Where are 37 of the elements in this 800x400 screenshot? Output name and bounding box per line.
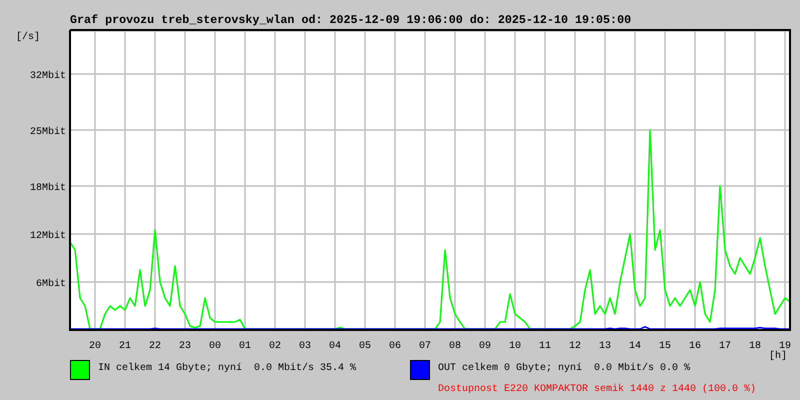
x-axis-label: 12 [569,341,581,352]
graph-title: Graf provozu treb_sterovsky_wlan od: 2025-12-09 19:06:00 do: 2025-12-10 19:05:00 [69,12,632,28]
x-axis-label: 23 [179,341,191,352]
x-axis-label: 00 [209,341,221,352]
y-axis-label: 12Mbit [30,231,66,242]
y-axis-label: 6Mbit [36,279,66,290]
x-axis-label: 02 [269,341,281,352]
y-axis-label: 32Mbit [30,71,66,82]
x-axis-label: 14 [629,341,641,352]
x-axis-label: 17 [719,341,731,352]
x-axis-label: 10 [509,341,521,352]
legend-text: celkem 0 Gbyte; nyní 0.0 Mbit/s 0.0 % [462,363,690,375]
x-axis-label: 07 [419,341,431,352]
x-axis-label: 18 [749,341,761,352]
x-axis-label: 05 [359,341,371,352]
x-axis-label: 20 [89,341,101,352]
x-axis-label: 04 [329,341,341,352]
x-axis-label: 03 [299,341,311,352]
series-name: IN [98,363,110,375]
x-axis-label: 15 [659,341,671,352]
y-axis-unit: [/s] [16,32,40,43]
x-axis-label: 09 [479,341,491,352]
x-axis-label: 21 [119,341,131,352]
x-axis-label: 13 [599,341,611,352]
y-axis-label: 25Mbit [30,127,66,138]
series-name: OUT [438,363,456,375]
x-axis-label: 22 [149,341,161,352]
y-axis-label: 18Mbit [30,183,66,194]
x-axis-label: 19 [779,341,791,352]
x-axis-label: 01 [239,341,251,352]
x-axis-label: 08 [449,341,461,352]
x-axis-label: 11 [539,341,551,352]
x-axis-label: 16 [689,341,701,352]
x-axis-unit: [h] [768,351,787,360]
availability-text: Dostupnost E220 KOMPAKTOR semik 1440 z 1440 (100.0 %) [438,384,756,396]
x-axis-label: 06 [389,341,401,352]
legend-text: celkem 14 Gbyte; nyní 0.0 Mbit/s 35.4 % [116,363,356,375]
